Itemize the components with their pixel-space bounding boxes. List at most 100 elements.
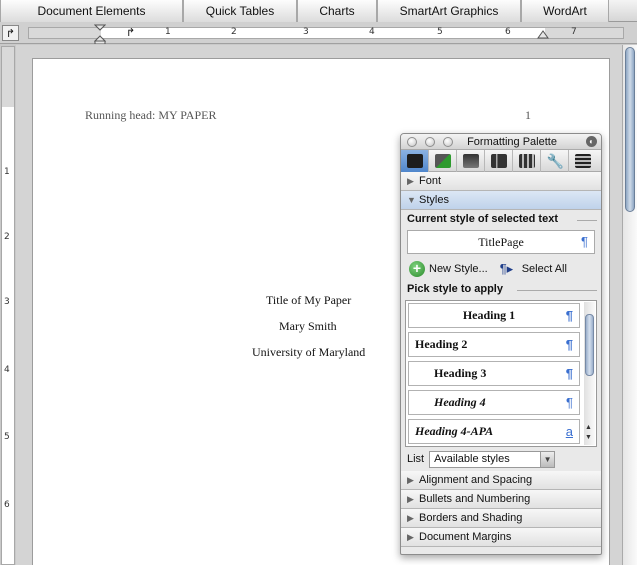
divider <box>517 290 597 291</box>
object-palette-tool[interactable] <box>429 150 457 172</box>
document-scrollbar[interactable] <box>622 45 637 565</box>
tab-wordart[interactable]: WordArt <box>521 0 609 22</box>
tab-stop-marker-icon[interactable]: ↱ <box>126 26 135 39</box>
ruler-bar: ↱ 1 2 3 4 5 6 7 ↱ <box>0 22 637 44</box>
palette-titlebar[interactable]: Formatting Palette ◐ <box>401 134 601 150</box>
right-indent-icon[interactable] <box>537 30 549 40</box>
disclosure-collapsed-icon: ▶ <box>407 474 414 485</box>
zoom-icon[interactable] <box>443 137 453 147</box>
citations-tool[interactable] <box>457 150 485 172</box>
paragraph-mark-icon: ¶ <box>566 395 573 410</box>
ruler-number: 5 <box>4 432 10 442</box>
add-icon[interactable]: + <box>409 261 425 277</box>
scrollbar-thumb[interactable] <box>585 314 594 376</box>
paper-author: Mary Smith <box>279 319 337 333</box>
project-palette-icon <box>575 154 591 168</box>
list-filter-row: List Available styles ▼ <box>401 447 601 471</box>
tab-stop-icon: ↱ <box>5 27 16 40</box>
project-palette-tool[interactable] <box>569 150 597 172</box>
close-icon[interactable] <box>407 137 417 147</box>
scroll-down-icon[interactable]: ▼ <box>585 434 592 441</box>
ruler-number: 5 <box>437 27 443 37</box>
style-item-heading-1[interactable]: Heading 1 ¶ <box>408 303 580 328</box>
paragraph-mark-icon: ¶ <box>565 308 573 323</box>
current-style-value: TitlePage <box>478 235 524 249</box>
new-style-button[interactable]: New Style... <box>429 263 488 275</box>
style-name: Heading 3 <box>434 366 487 380</box>
tab-charts[interactable]: Charts <box>297 0 377 22</box>
scrollbar-thumb[interactable] <box>625 47 635 212</box>
scroll-up-icon[interactable]: ▲ <box>585 424 592 431</box>
ruler-number: 2 <box>4 232 10 242</box>
section-label: Font <box>419 174 442 187</box>
paper-institution: University of Maryland <box>252 345 366 359</box>
tab-label: Charts <box>319 4 355 18</box>
select-all-button[interactable]: Select All <box>522 263 567 275</box>
section-bullets-numbering[interactable]: ▶ Bullets and Numbering <box>401 490 601 509</box>
style-item-heading-4[interactable]: Heading 4 ¶ <box>408 390 580 415</box>
formatting-palette: Formatting Palette ◐ 🔧 ▶ Font ▼ Styles Cur… <box>400 133 602 555</box>
style-item-heading-4-apa[interactable]: Heading 4-APA a <box>408 419 580 444</box>
chevron-down-icon: ▼ <box>540 451 555 467</box>
page-number: 1 <box>525 108 531 122</box>
minimize-icon[interactable] <box>425 137 435 147</box>
scrapbook-tool[interactable] <box>485 150 513 172</box>
section-label: Bullets and Numbering <box>419 492 531 505</box>
current-style-heading: Current style of selected text <box>401 210 601 228</box>
tab-stop-selector[interactable]: ↱ <box>2 25 19 41</box>
section-styles[interactable]: ▼ Styles <box>401 191 601 210</box>
disclosure-collapsed-icon: ▶ <box>407 493 414 504</box>
palette-options-icon[interactable]: ◐ <box>586 136 597 147</box>
section-label: Alignment and Spacing <box>419 473 533 486</box>
object-palette-icon <box>434 154 451 168</box>
wrench-icon: 🔧 <box>546 153 564 169</box>
tab-label: SmartArt Graphics <box>399 4 499 18</box>
horizontal-ruler[interactable]: 1 2 3 4 5 6 7 <box>28 27 624 39</box>
running-head: Running head: MY PAPER <box>85 108 217 122</box>
divider <box>577 220 597 221</box>
reference-tools-tool[interactable] <box>513 150 541 172</box>
section-alignment-spacing[interactable]: ▶ Alignment and Spacing <box>401 471 601 490</box>
character-style-icon: a <box>565 424 573 439</box>
style-item-heading-2[interactable]: Heading 2 ¶ <box>408 332 580 357</box>
right-margin-area <box>545 28 623 38</box>
reference-tools-icon <box>518 154 535 168</box>
style-name: Heading 1 <box>462 308 516 322</box>
ruler-number: 3 <box>303 27 309 37</box>
section-document-margins[interactable]: ▶ Document Margins <box>401 528 601 547</box>
disclosure-collapsed-icon: ▶ <box>407 175 414 186</box>
tab-document-elements[interactable]: Document Elements <box>0 0 183 22</box>
tab-label: Quick Tables <box>205 4 275 18</box>
indent-markers-icon[interactable] <box>94 24 106 44</box>
ribbon-tabs: Document Elements Quick Tables Charts Sm… <box>0 0 637 22</box>
formatting-tool[interactable] <box>401 150 429 172</box>
tab-smartart-graphics[interactable]: SmartArt Graphics <box>377 0 521 22</box>
style-list-scrollbar[interactable]: ▲ ▼ <box>584 302 595 445</box>
citations-icon <box>462 154 479 168</box>
disclosure-collapsed-icon: ▶ <box>407 512 414 523</box>
list-label: List <box>407 453 425 465</box>
vertical-ruler[interactable]: 1 2 3 4 5 6 <box>1 46 15 565</box>
ruler-number: 2 <box>231 27 237 37</box>
ruler-number: 4 <box>369 27 375 37</box>
compatibility-tool[interactable]: 🔧 <box>541 150 569 172</box>
list-filter-select[interactable]: Available styles ▼ <box>429 450 556 468</box>
pick-style-heading: Pick style to apply <box>401 280 601 298</box>
palette-title: Formatting Palette <box>467 136 557 148</box>
section-label: Document Margins <box>419 530 512 543</box>
section-borders-shading[interactable]: ▶ Borders and Shading <box>401 509 601 528</box>
left-margin-area <box>29 28 101 38</box>
formatting-icon <box>406 154 423 168</box>
section-font[interactable]: ▶ Font <box>401 172 601 191</box>
disclosure-collapsed-icon: ▶ <box>407 531 414 542</box>
style-item-heading-3[interactable]: Heading 3 ¶ <box>408 361 580 386</box>
select-all-icon[interactable]: ¶▸ <box>500 261 518 277</box>
ruler-number: 4 <box>4 365 10 375</box>
tab-label: Document Elements <box>37 4 146 18</box>
current-style-box: TitlePage ¶ <box>407 230 595 254</box>
ruler-number: 3 <box>4 297 10 307</box>
ruler-number: 6 <box>4 500 10 510</box>
style-list[interactable]: Heading 1 ¶ Heading 2 ¶ Heading 3 ¶ Heading… <box>405 300 597 447</box>
current-style-label: Current style of selected text <box>407 213 558 225</box>
tab-quick-tables[interactable]: Quick Tables <box>183 0 297 22</box>
